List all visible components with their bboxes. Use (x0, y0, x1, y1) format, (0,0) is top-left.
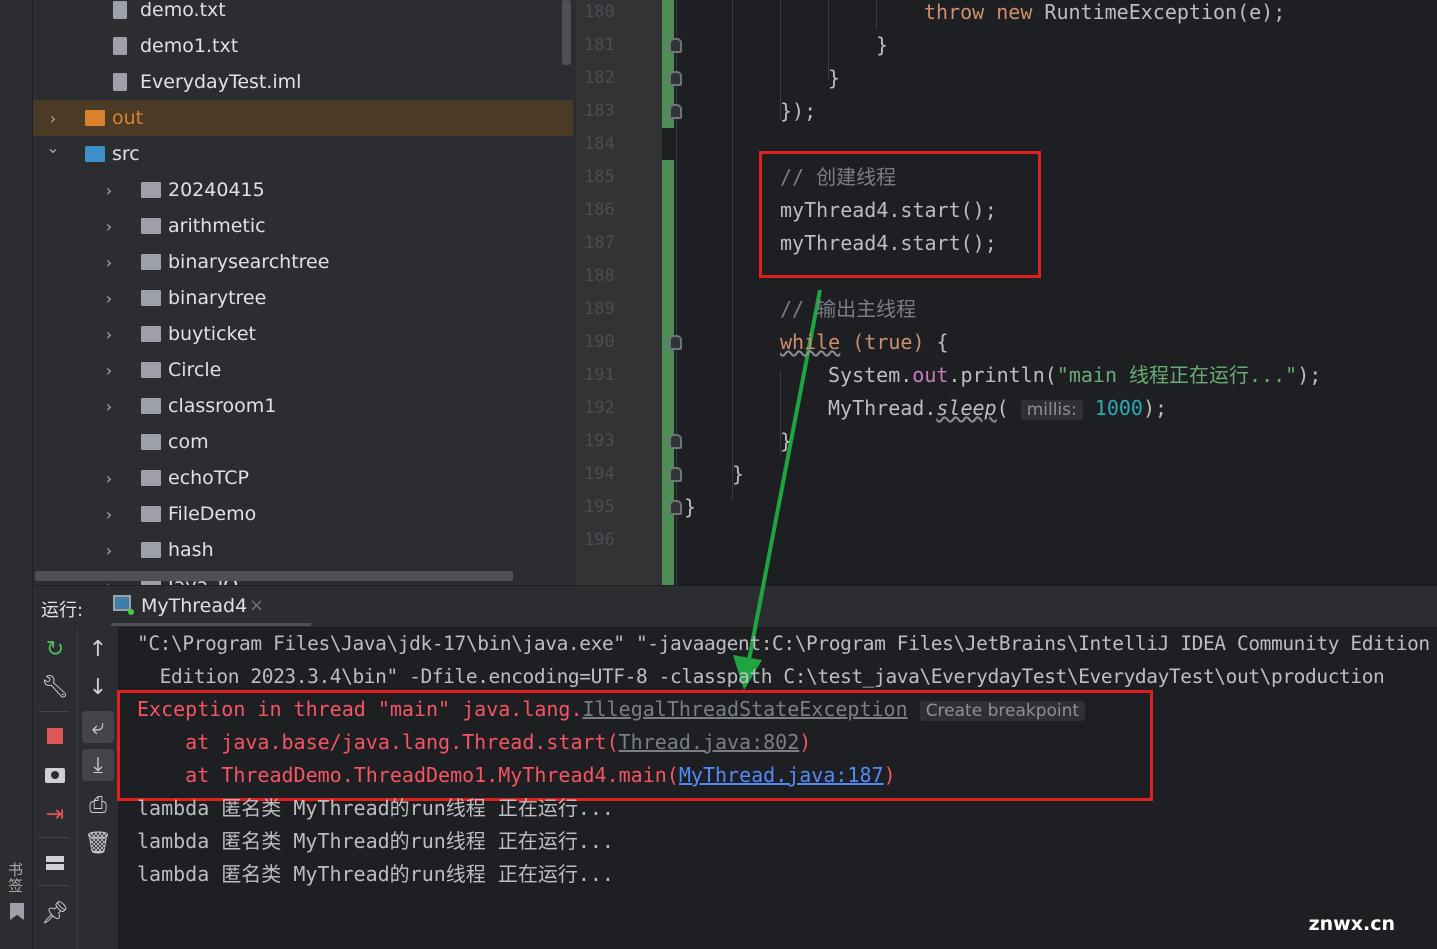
code-token: .println( (948, 363, 1057, 387)
code-token: (true) (852, 330, 925, 354)
fold-marker-icon[interactable] (669, 71, 682, 86)
code-token: }); (780, 99, 817, 123)
code-line[interactable]: // 输出主线程 (780, 293, 916, 326)
code-token: lambda 匿名类 MyThread的run线程 正在运行... (137, 862, 614, 886)
indent-guide (732, 0, 733, 500)
code-token: "main 线程正在运行..." (1056, 363, 1298, 387)
code-line[interactable]: } (876, 29, 888, 62)
exception-line: at java.base/java.lang.Thread.start(Thre… (137, 726, 811, 759)
code-token: // 创建线程 (780, 165, 897, 189)
code-token: RuntimeException(e); (1044, 0, 1286, 24)
code-line[interactable]: } (828, 62, 840, 95)
code-token: } (732, 462, 745, 486)
code-token: IllegalThreadStateException (582, 697, 908, 721)
code-token: at java.base/java.lang.Thread.start( (137, 730, 619, 754)
inlay-hint: millis: (1020, 400, 1083, 420)
code-token: } (876, 33, 889, 57)
code-line[interactable]: MyThread.sleep( millis: 1000); (828, 392, 1167, 425)
code-token: while (780, 330, 841, 354)
inlay-hint: Create breakpoint (919, 701, 1086, 721)
line-number: 182 (584, 68, 615, 88)
line-number: 180 (584, 2, 615, 22)
code-token: out (912, 363, 949, 387)
indent-guide (876, 0, 877, 30)
line-number: 195 (584, 497, 615, 517)
vcs-change-marker[interactable] (662, 160, 674, 585)
code-token: myThread4.start(); (780, 231, 997, 255)
line-number: 183 (584, 101, 615, 121)
code-token: lambda 匿名类 MyThread的run线程 正在运行... (137, 796, 614, 820)
line-number: 189 (584, 299, 615, 319)
code-token: sleep (936, 396, 997, 420)
code-token: ( (996, 396, 1021, 420)
line-number: 188 (584, 266, 615, 286)
code-token: "C:\Program Files\Java\jdk-17\bin\java.e… (137, 632, 1430, 655)
line-number: 184 (584, 134, 615, 154)
fold-marker-icon[interactable] (669, 434, 682, 449)
code-token: } (828, 66, 841, 90)
code-token: ); (1297, 363, 1322, 387)
line-number: 194 (584, 464, 615, 484)
fold-marker-icon[interactable] (669, 467, 682, 482)
code-token: ); (1142, 396, 1168, 420)
code-line[interactable]: } (780, 425, 792, 458)
line-number: 196 (584, 530, 615, 550)
code-token: { (924, 330, 949, 354)
code-line[interactable]: // 创建线程 (780, 161, 896, 194)
code-token: myThread4.start(); (780, 198, 997, 222)
fold-marker-icon[interactable] (669, 104, 682, 119)
line-number: 187 (584, 233, 615, 253)
line-number: 192 (584, 398, 615, 418)
console-line: lambda 匿名类 MyThread的run线程 正在运行... (137, 858, 614, 891)
code-line[interactable]: while (true) { (780, 326, 949, 359)
code-line[interactable]: myThread4.start(); (780, 227, 997, 260)
code-line[interactable]: } (732, 458, 744, 491)
code-token: throw new (924, 0, 1045, 24)
code-token: MyThread. (828, 396, 937, 420)
code-token: lambda 匿名类 MyThread的run线程 正在运行... (137, 829, 614, 853)
line-number: 193 (584, 431, 615, 451)
code-token: MyThread.java:187 (678, 763, 884, 787)
code-line[interactable]: myThread4.start(); (780, 194, 997, 227)
code-token: ) (799, 730, 812, 754)
line-number: 186 (584, 200, 615, 220)
code-token: Exception in thread "main" java.lang. (137, 697, 583, 721)
code-line[interactable]: } (684, 491, 696, 524)
code-token: } (780, 429, 793, 453)
fold-marker-icon[interactable] (669, 500, 682, 515)
code-line[interactable]: throw new RuntimeException(e); (924, 0, 1285, 29)
code-token: System. (828, 363, 913, 387)
code-line[interactable]: System.out.println("main 线程正在运行..."); (828, 359, 1321, 392)
code-line[interactable]: }); (780, 95, 816, 128)
code-token: } (684, 495, 697, 519)
code-token: Edition 2023.3.4\bin" -Dfile.encoding=UT… (137, 665, 1385, 688)
exception-line: at ThreadDemo.ThreadDemo1.MyThread4.main… (137, 759, 896, 792)
line-number: 190 (584, 332, 615, 352)
code-token: at ThreadDemo.ThreadDemo1.MyThread4.main… (137, 763, 679, 787)
code-token: 1000 (1094, 396, 1143, 420)
exception-line: Exception in thread "main" java.lang.Ill… (137, 693, 1086, 728)
console-line: lambda 匿名类 MyThread的run线程 正在运行... (137, 792, 614, 825)
code-token: ) (883, 763, 896, 787)
code-token: // 输出主线程 (780, 297, 917, 321)
line-number: 185 (584, 167, 615, 187)
code-token: Thread.java:802 (618, 730, 800, 754)
fold-marker-icon[interactable] (669, 38, 682, 53)
fold-marker-icon[interactable] (669, 335, 682, 350)
console-line: lambda 匿名类 MyThread的run线程 正在运行... (137, 825, 614, 858)
line-number: 181 (584, 35, 615, 55)
watermark: znwx.cn (1308, 913, 1395, 935)
console-line: "C:\Program Files\Java\jdk-17\bin\java.e… (137, 627, 1430, 660)
line-number: 191 (584, 365, 615, 385)
console-line: Edition 2023.3.4\bin" -Dfile.encoding=UT… (137, 660, 1385, 693)
